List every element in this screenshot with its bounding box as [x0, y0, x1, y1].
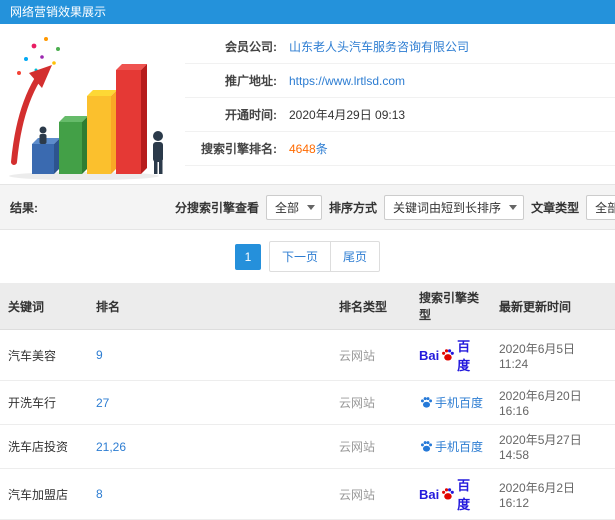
rank-type-text: 云网站: [339, 396, 376, 410]
keyword-cell: 汽车加盟店: [0, 468, 88, 520]
company-field-label: 会员公司:: [225, 40, 277, 54]
url-field-label: 推广地址:: [225, 74, 277, 88]
results-label: 结果:: [10, 200, 38, 215]
mobile-baidu-paw-icon: [420, 396, 433, 408]
engine-cell: Bai 百度 手机百度: [411, 424, 491, 469]
rank-type-cell: 云网站: [331, 380, 411, 425]
baidu-paw-icon: [442, 488, 455, 500]
keyword-text: 洗车店投资: [8, 440, 69, 454]
next-page-link[interactable]: 下一页: [270, 242, 330, 271]
open-time-value: 2020年4月29日 09:13: [289, 108, 406, 122]
update-time-cell: 2020年6月5日 11:24: [491, 329, 615, 381]
rank-type-cell: 云网站: [331, 468, 411, 520]
keyword-text: 汽车加盟店: [8, 487, 69, 502]
update-time-text: 2020年6月5日 11:24: [499, 341, 576, 371]
pagination: 1 下一页 尾页: [0, 241, 615, 272]
column-header-rank-type: 排名类型: [331, 283, 411, 330]
bar-chart-illustration: [4, 30, 169, 183]
rank-cell: 8: [88, 468, 331, 520]
filter-bar: 结果: 分搜索引擎查看 全部 排序方式 关键词由短到长排序 文章类型 全部 提交: [0, 184, 615, 230]
ranking-count: 4648: [289, 142, 316, 156]
rank-cell: 21,26: [88, 424, 331, 469]
rank-type-text: 云网站: [339, 487, 376, 502]
growth-chart-icon: [9, 37, 163, 180]
rank-cell: 9: [88, 329, 331, 381]
column-header-update-time: 最新更新时间: [491, 283, 615, 330]
page-title: 网络营销效果展示: [10, 5, 107, 19]
sort-filter-label: 排序方式: [329, 200, 378, 215]
engine-cell: Bai 百度 手机百度: [411, 329, 491, 381]
keyword-text: 汽车美容: [8, 348, 57, 363]
company-info-panel: 会员公司: 山东老人头汽车服务咨询有限公司 推广地址: https://www.…: [0, 24, 615, 184]
rank-link[interactable]: 21,26: [96, 440, 126, 454]
header-bar: 网络营销效果展示: [0, 0, 615, 24]
mobile-baidu-logo: 手机百度: [419, 394, 483, 411]
engine-cell: Bai 百度 手机百度: [411, 468, 491, 520]
rank-link[interactable]: 27: [96, 396, 109, 410]
column-header-keyword: 关键词: [0, 283, 88, 330]
keyword-cell: 汽车美容: [0, 329, 88, 381]
rank-type-cell: 云网站: [331, 329, 411, 381]
sort-filter-select[interactable]: 关键词由短到长排序: [384, 194, 525, 220]
type-filter-label: 文章类型: [531, 200, 580, 215]
table-row: 洗车店投资 21,26 云网站 Bai 百度: [0, 424, 615, 469]
pagination-group: 下一页 尾页: [268, 241, 381, 272]
company-link[interactable]: 山东老人头汽车服务咨询有限公司: [289, 40, 469, 54]
update-time-cell: 2020年6月20日 16:16: [491, 380, 615, 425]
rank-link[interactable]: 9: [96, 348, 103, 362]
baidu-paw-icon: [442, 349, 455, 361]
open-time-field-label: 开通时间:: [225, 108, 277, 122]
baidu-logo: Bai 百度: [419, 339, 471, 373]
sort-filter-value: 关键词由短到长排序: [393, 200, 502, 215]
page-current[interactable]: 1: [234, 243, 261, 270]
keyword-cell: 开洗车行: [0, 380, 88, 425]
engine-rank-field-row: 搜索引擎排名: 4648条: [185, 132, 615, 166]
open-time-field-row: 开通时间: 2020年4月29日 09:13: [185, 98, 615, 132]
engine-rank-field-label: 搜索引擎排名:: [201, 142, 277, 156]
table-row: 开洗车行 27 云网站 Bai 百度: [0, 380, 615, 425]
type-filter-select[interactable]: 全部: [586, 194, 615, 220]
mobile-baidu-paw-icon: [420, 440, 433, 452]
promotion-url-link[interactable]: https://www.lrtlsd.com: [289, 74, 405, 88]
engine-filter-value: 全部: [275, 200, 300, 215]
engine-cell: Bai 百度 手机百度: [411, 380, 491, 425]
chevron-down-icon: [509, 204, 518, 210]
column-header-engine-type: 搜索引擎类型: [411, 283, 491, 330]
keyword-cell: 洗车店投资: [0, 424, 88, 469]
update-time-cell: 2020年6月2日 16:12: [491, 468, 615, 520]
keyword-text: 开洗车行: [8, 396, 57, 410]
rank-type-text: 云网站: [339, 348, 376, 363]
rank-type-cell: 云网站: [331, 424, 411, 469]
url-field-row: 推广地址: https://www.lrtlsd.com: [185, 64, 615, 98]
update-time-cell: 2020年5月27日 14:58: [491, 424, 615, 469]
baidu-logo: Bai 百度: [419, 478, 471, 512]
mobile-baidu-logo: 手机百度: [419, 438, 483, 455]
last-page-link[interactable]: 尾页: [330, 242, 379, 271]
ranking-count-suffix: 条: [315, 142, 328, 156]
rank-link[interactable]: 8: [96, 487, 103, 501]
chevron-down-icon: [307, 204, 316, 210]
results-table: 关键词 排名 排名类型 搜索引擎类型 最新更新时间 汽车美容 9 云网站 Bai…: [0, 283, 615, 520]
table-header-row: 关键词 排名 排名类型 搜索引擎类型 最新更新时间: [0, 283, 615, 330]
rank-type-text: 云网站: [339, 440, 376, 454]
engine-filter-select[interactable]: 全部: [266, 194, 323, 220]
table-row: 汽车加盟店 8 云网站 Bai 百度 2020年6月2日 16:12: [0, 468, 615, 520]
update-time-text: 2020年6月20日 16:16: [499, 389, 582, 418]
engine-filter-label: 分搜索引擎查看: [175, 200, 260, 215]
column-header-rank: 排名: [88, 283, 331, 330]
company-field-row: 会员公司: 山东老人头汽车服务咨询有限公司: [185, 30, 615, 64]
type-filter-value: 全部: [595, 200, 615, 215]
rank-cell: 27: [88, 380, 331, 425]
update-time-text: 2020年5月27日 14:58: [499, 433, 582, 462]
update-time-text: 2020年6月2日 16:12: [499, 480, 576, 510]
table-row: 汽车美容 9 云网站 Bai 百度 2020年6月5日 11:24: [0, 329, 615, 381]
